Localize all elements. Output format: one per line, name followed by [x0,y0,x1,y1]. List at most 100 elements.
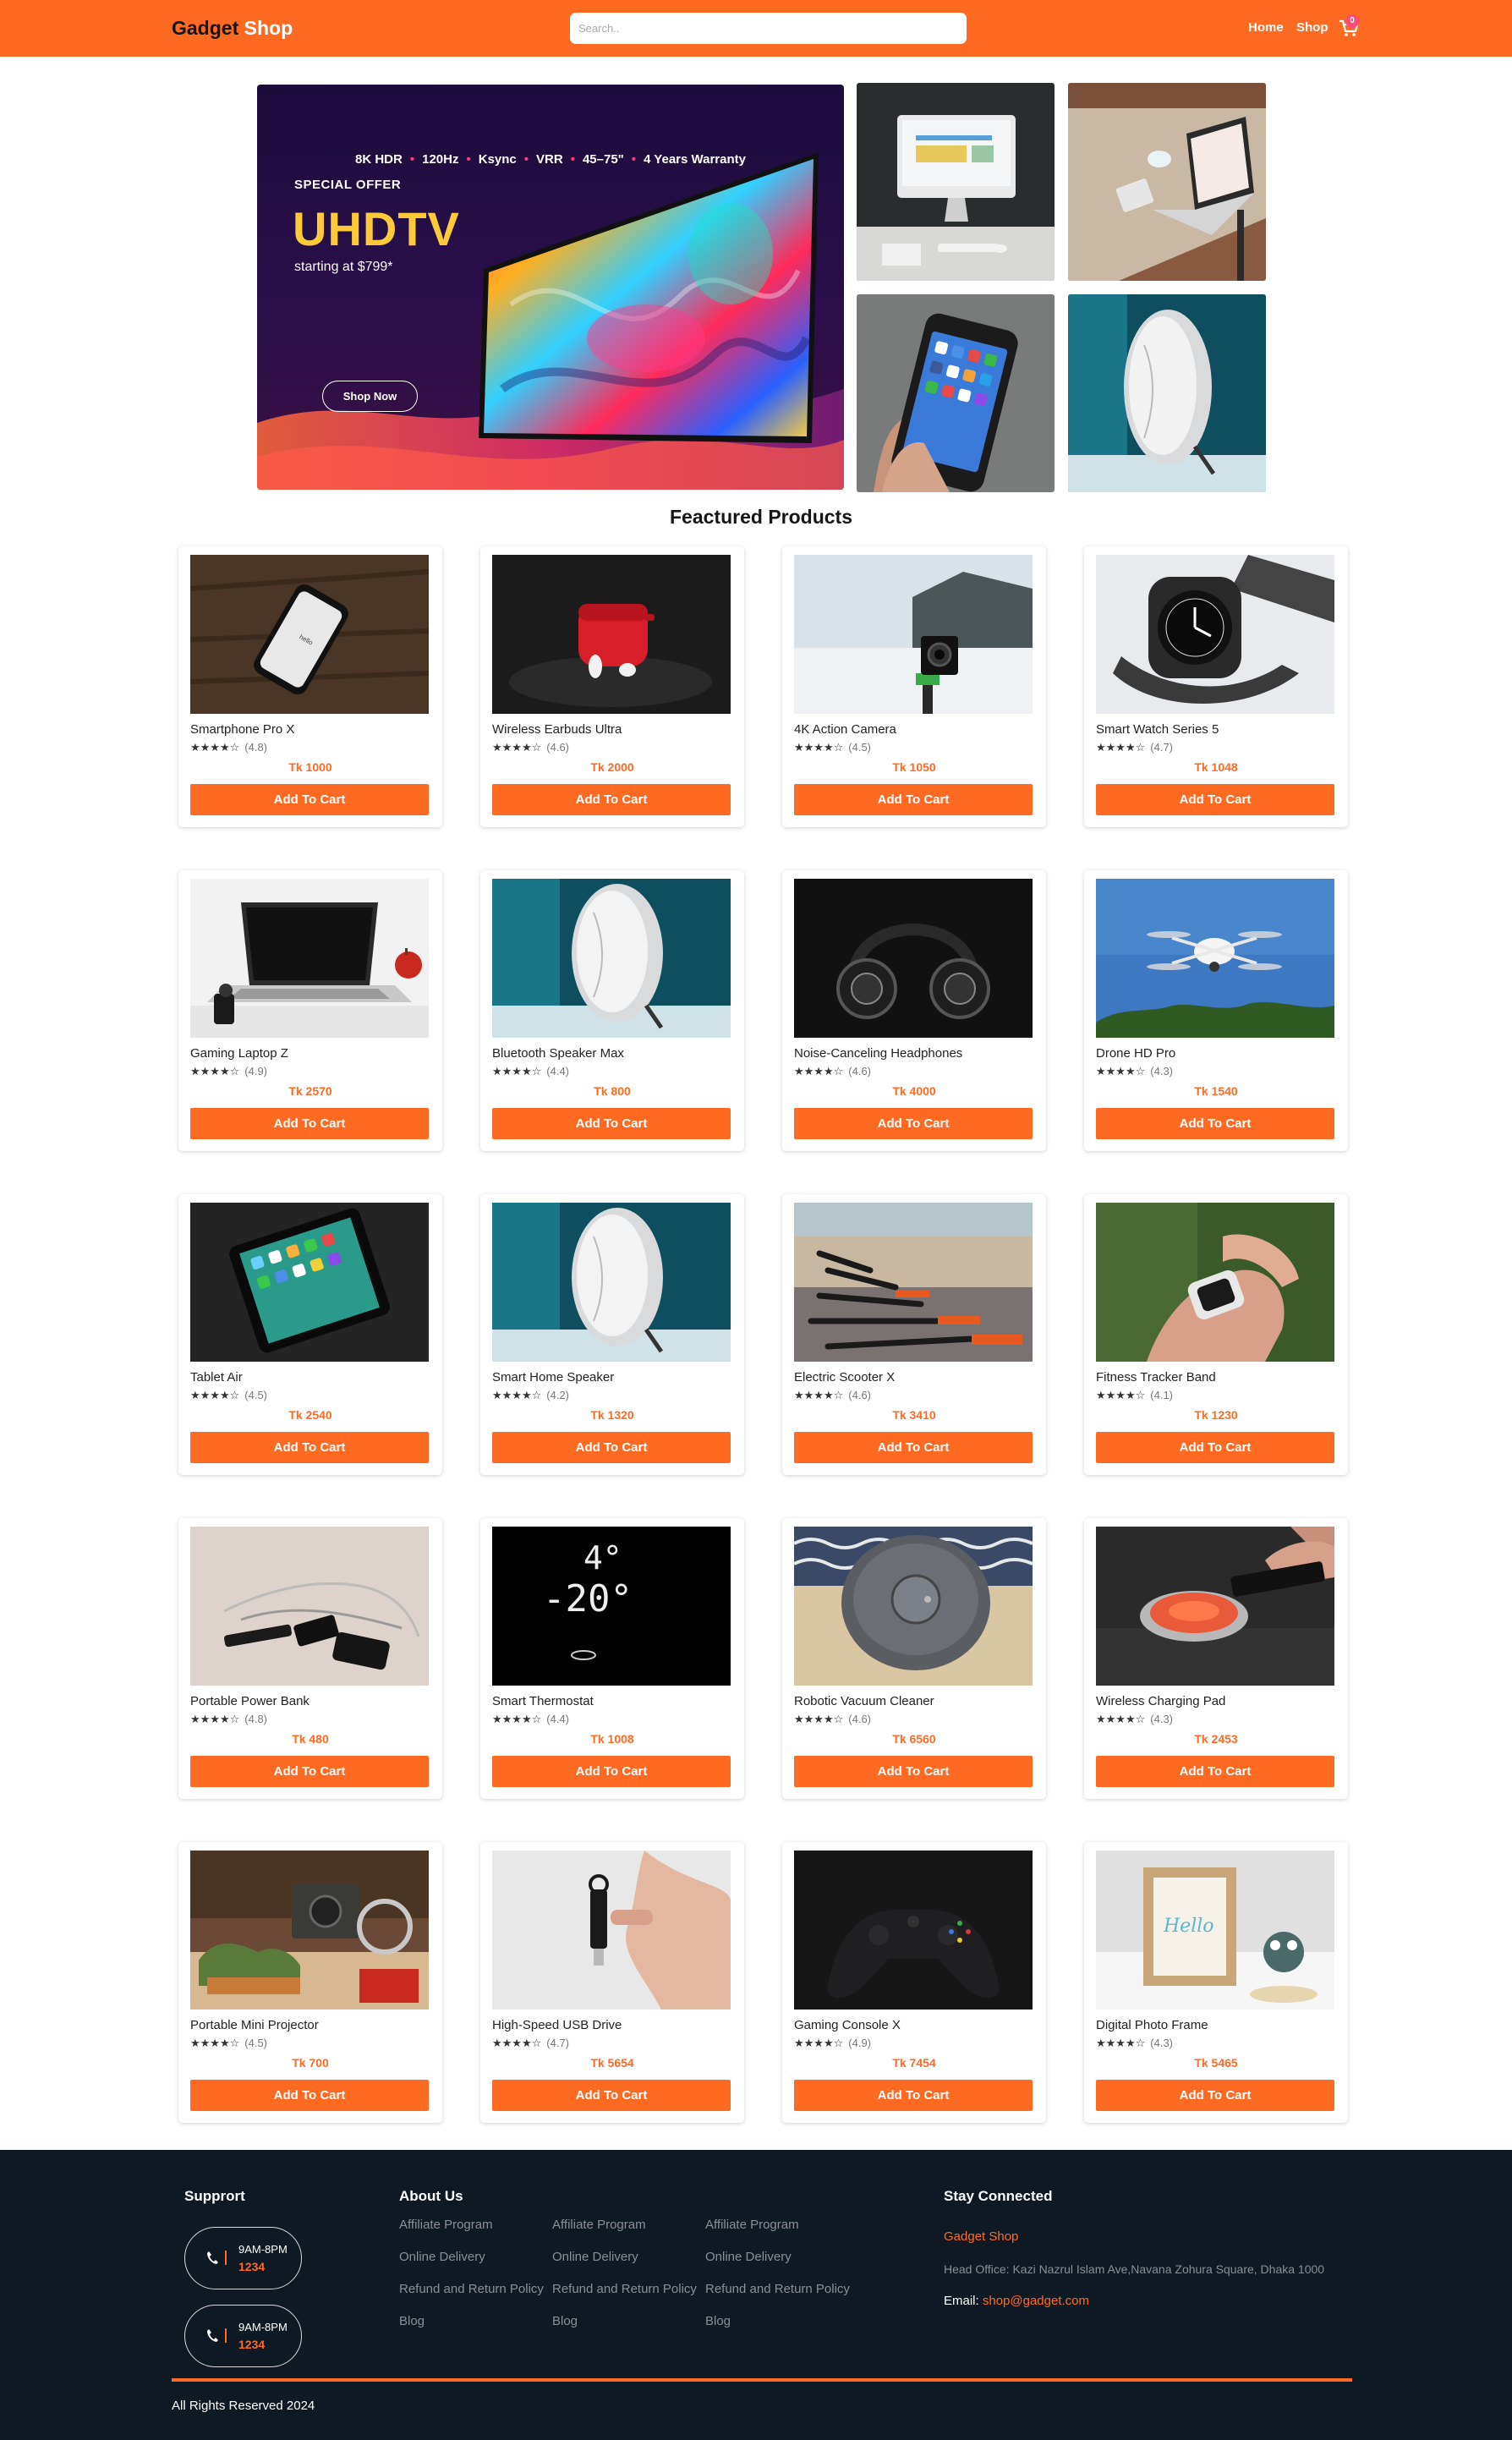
add-to-cart-button[interactable]: Add To Cart [794,1108,1033,1139]
product-card[interactable]: Smart Watch Series 5 ★★★★☆ (4.7) Tk 1048 Add… [1084,546,1348,827]
product-name[interactable]: Smart Home Speaker [492,1370,614,1384]
add-to-cart-button[interactable]: Add To Cart [190,1108,429,1139]
add-to-cart-button[interactable]: Add To Cart [190,2080,429,2111]
product-image[interactable] [794,879,1033,1038]
product-card[interactable]: Robotic Vacuum Cleaner ★★★★☆ (4.6) Tk 6560 A… [782,1518,1046,1799]
product-card[interactable]: Portable Mini Projector ★★★★☆ (4.5) Tk 700 A… [178,1842,442,2123]
support-number[interactable]: 1234 [238,2338,265,2351]
product-image[interactable]: Hello [1096,1851,1334,2010]
product-image[interactable] [492,1851,731,2010]
product-name[interactable]: Fitness Tracker Band [1096,1370,1216,1384]
add-to-cart-button[interactable]: Add To Cart [1096,2080,1334,2111]
add-to-cart-button[interactable]: Add To Cart [492,784,731,815]
footer-link[interactable]: Online Delivery [705,2250,792,2264]
product-card[interactable]: hello Smartphone Pro X ★★★★☆ (4.8) Tk 1000 Ad… [178,546,442,827]
tile-desktop[interactable] [857,83,1055,281]
add-to-cart-button[interactable]: Add To Cart [492,1756,731,1787]
footer-brand[interactable]: Gadget Shop [944,2229,1018,2244]
product-name[interactable]: Portable Mini Projector [190,2018,319,2032]
add-to-cart-button[interactable]: Add To Cart [492,1432,731,1463]
tile-laptop[interactable] [1068,83,1266,281]
product-name[interactable]: Smart Thermostat [492,1694,594,1708]
brand-logo-part1[interactable]: Gadget [172,17,238,39]
product-name[interactable]: Wireless Earbuds Ultra [492,722,622,737]
product-card[interactable]: Smart Home Speaker ★★★★☆ (4.2) Tk 1320 Add T… [480,1194,744,1475]
product-image[interactable] [794,1203,1033,1362]
add-to-cart-button[interactable]: Add To Cart [1096,1432,1334,1463]
product-card[interactable]: Electric Scooter X ★★★★☆ (4.6) Tk 3410 Add T… [782,1194,1046,1475]
product-image[interactable]: 4° -20° [492,1527,731,1686]
add-to-cart-button[interactable]: Add To Cart [794,784,1033,815]
shop-now-button[interactable]: Shop Now [322,381,418,412]
product-name[interactable]: Wireless Charging Pad [1096,1694,1225,1708]
footer-link[interactable]: Refund and Return Policy [705,2282,850,2296]
product-image[interactable] [190,879,429,1038]
product-name[interactable]: Noise-Canceling Headphones [794,1046,962,1061]
support-contact-pill[interactable]: 9AM-8PM 1234 [184,2305,302,2367]
product-name[interactable]: Smartphone Pro X [190,722,294,737]
brand-logo[interactable]: Gadget Shop [172,17,293,40]
product-image[interactable] [794,555,1033,714]
product-name[interactable]: Tablet Air [190,1370,243,1384]
product-card[interactable]: Fitness Tracker Band ★★★★☆ (4.1) Tk 1230 Add… [1084,1194,1348,1475]
product-name[interactable]: Robotic Vacuum Cleaner [794,1694,934,1708]
footer-link[interactable]: Blog [399,2314,425,2328]
product-card[interactable]: Wireless Charging Pad ★★★★☆ (4.3) Tk 2453 Ad… [1084,1518,1348,1799]
product-card[interactable]: Hello Digital Photo Frame ★★★★☆ (4.3) Tk 546… [1084,1842,1348,2123]
product-image[interactable] [492,879,731,1038]
product-image[interactable]: hello [190,555,429,714]
add-to-cart-button[interactable]: Add To Cart [492,1108,731,1139]
product-name[interactable]: Gaming Laptop Z [190,1046,288,1061]
product-card[interactable]: Drone HD Pro ★★★★☆ (4.3) Tk 1540 Add To Cart [1084,870,1348,1151]
product-card[interactable]: High-Speed USB Drive ★★★★☆ (4.7) Tk 5654 Add… [480,1842,744,2123]
add-to-cart-button[interactable]: Add To Cart [1096,784,1334,815]
add-to-cart-button[interactable]: Add To Cart [1096,1756,1334,1787]
product-card[interactable]: Tablet Air ★★★★☆ (4.5) Tk 2540 Add To Cart [178,1194,442,1475]
add-to-cart-button[interactable]: Add To Cart [794,1432,1033,1463]
product-card[interactable]: Gaming Console X ★★★★☆ (4.9) Tk 7454 Add To … [782,1842,1046,2123]
product-name[interactable]: Gaming Console X [794,2018,901,2032]
product-name[interactable]: Electric Scooter X [794,1370,895,1384]
footer-link[interactable]: Refund and Return Policy [399,2282,544,2296]
product-image[interactable] [190,1851,429,2010]
product-card[interactable]: Noise-Canceling Headphones ★★★★☆ (4.6) Tk 4… [782,870,1046,1151]
nav-shop-link[interactable]: Shop [1296,20,1328,35]
product-card[interactable]: Portable Power Bank ★★★★☆ (4.8) Tk 480 Add T… [178,1518,442,1799]
footer-link[interactable]: Online Delivery [399,2250,485,2264]
product-image[interactable] [1096,879,1334,1038]
product-image[interactable] [1096,1527,1334,1686]
product-image[interactable] [190,1527,429,1686]
footer-link[interactable]: Blog [705,2314,731,2328]
add-to-cart-button[interactable]: Add To Cart [492,2080,731,2111]
footer-link[interactable]: Affiliate Program [552,2218,646,2232]
nav-home-link[interactable]: Home [1248,20,1284,35]
add-to-cart-button[interactable]: Add To Cart [1096,1108,1334,1139]
support-number[interactable]: 1234 [238,2260,265,2273]
product-card[interactable]: Bluetooth Speaker Max ★★★★☆ (4.4) Tk 800 Add… [480,870,744,1151]
product-card[interactable]: 4° -20° Smart Thermostat ★★★★☆ (4.4) Tk 1008 A… [480,1518,744,1799]
search-input[interactable] [570,13,967,44]
product-card[interactable]: 4K Action Camera ★★★★☆ (4.5) Tk 1050 Add To … [782,546,1046,827]
product-name[interactable]: 4K Action Camera [794,722,896,737]
product-name[interactable]: Digital Photo Frame [1096,2018,1208,2032]
product-image[interactable] [492,555,731,714]
footer-link[interactable]: Affiliate Program [399,2218,493,2232]
product-name[interactable]: Bluetooth Speaker Max [492,1046,624,1061]
tile-smartphone[interactable] [857,294,1055,492]
product-image[interactable] [1096,1203,1334,1362]
product-card[interactable]: Wireless Earbuds Ultra ★★★★☆ (4.6) Tk 2000 A… [480,546,744,827]
product-image[interactable] [794,1527,1033,1686]
add-to-cart-button[interactable]: Add To Cart [794,1756,1033,1787]
add-to-cart-button[interactable]: Add To Cart [794,2080,1033,2111]
product-image[interactable] [190,1203,429,1362]
product-image[interactable] [794,1851,1033,2010]
product-image[interactable] [492,1203,731,1362]
product-name[interactable]: Smart Watch Series 5 [1096,722,1219,737]
footer-link[interactable]: Refund and Return Policy [552,2282,697,2296]
add-to-cart-button[interactable]: Add To Cart [190,1756,429,1787]
footer-link[interactable]: Online Delivery [552,2250,638,2264]
support-contact-pill[interactable]: 9AM-8PM 1234 [184,2227,302,2289]
brand-logo-part2[interactable]: Shop [244,17,293,39]
add-to-cart-button[interactable]: Add To Cart [190,1432,429,1463]
product-image[interactable] [1096,555,1334,714]
